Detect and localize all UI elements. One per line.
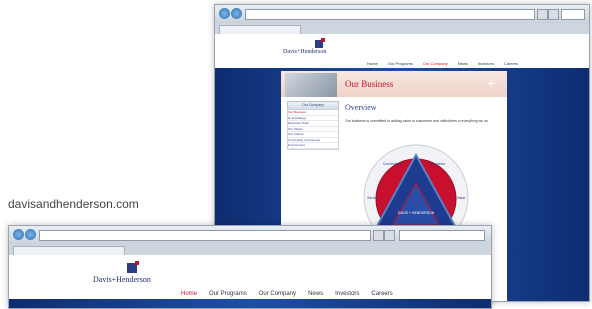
- hero-title: Our Business: [345, 79, 394, 89]
- nav-news[interactable]: News: [308, 291, 323, 297]
- site-logo[interactable]: Davis+Henderson: [283, 49, 326, 55]
- sidebar-menu: Our Business D+H Strategy Executive Team…: [287, 109, 339, 150]
- nav-our-programs[interactable]: Our Programs: [209, 291, 247, 297]
- diagram-label-top-left: Convenience: [383, 162, 403, 166]
- diagram-label-center: DAVIS + HENDERSON: [398, 211, 435, 215]
- search-box[interactable]: [561, 9, 585, 20]
- overview-text: Our business is committed to adding valu…: [345, 119, 489, 123]
- refresh-icon[interactable]: [373, 230, 384, 241]
- logo-icon: [127, 261, 139, 273]
- plus-icon: +: [487, 75, 496, 91]
- sidebar-item-environment[interactable]: Environment: [288, 143, 338, 149]
- main-nav: Home Our Programs Our Company News Inves…: [367, 61, 518, 66]
- site-header: Davis+Henderson Home Our Programs Our Co…: [215, 34, 589, 68]
- section-title: Overview: [345, 103, 377, 112]
- address-bar[interactable]: [245, 9, 535, 20]
- nav-careers[interactable]: Careers: [504, 61, 518, 66]
- diagram-label-top-right: Assurance: [429, 162, 446, 166]
- diagram-label-right: Value: [457, 196, 466, 200]
- nav-our-company[interactable]: Our Company: [259, 291, 296, 297]
- nav-home[interactable]: Home: [181, 291, 197, 297]
- site-url-caption: davisandhenderson.com: [8, 197, 139, 211]
- nav-our-programs[interactable]: Our Programs: [388, 61, 413, 66]
- back-icon[interactable]: [219, 8, 230, 19]
- refresh-icon[interactable]: [537, 9, 548, 20]
- tab-strip: [215, 23, 589, 35]
- forward-icon[interactable]: [25, 229, 36, 240]
- main-nav-2: Home Our Programs Our Company News Inves…: [181, 291, 393, 297]
- address-bar[interactable]: [39, 230, 371, 241]
- hero-photo: [285, 73, 337, 97]
- stop-icon[interactable]: [548, 9, 559, 20]
- nav-news[interactable]: News: [458, 61, 468, 66]
- site-header-2: Davis+Henderson Home Our Programs Our Co…: [9, 255, 491, 299]
- tab-strip-2: [9, 244, 491, 256]
- back-icon[interactable]: [13, 229, 24, 240]
- search-box[interactable]: [399, 230, 485, 241]
- nav-our-company[interactable]: Our Company: [423, 61, 448, 66]
- diagram-label-left: Service: [367, 196, 379, 200]
- title-bar-2: [9, 226, 491, 244]
- site-logo-2[interactable]: Davis+Henderson: [93, 275, 151, 284]
- nav-careers[interactable]: Careers: [371, 291, 392, 297]
- browser-window-secondary: Davis+Henderson Home Our Programs Our Co…: [8, 225, 492, 309]
- logo-icon: [315, 38, 325, 48]
- nav-investors[interactable]: Investors: [478, 61, 494, 66]
- forward-icon[interactable]: [231, 8, 242, 19]
- nav-home[interactable]: Home: [367, 61, 378, 66]
- title-bar: [215, 5, 589, 23]
- nav-investors[interactable]: Investors: [335, 291, 359, 297]
- stop-icon[interactable]: [384, 230, 395, 241]
